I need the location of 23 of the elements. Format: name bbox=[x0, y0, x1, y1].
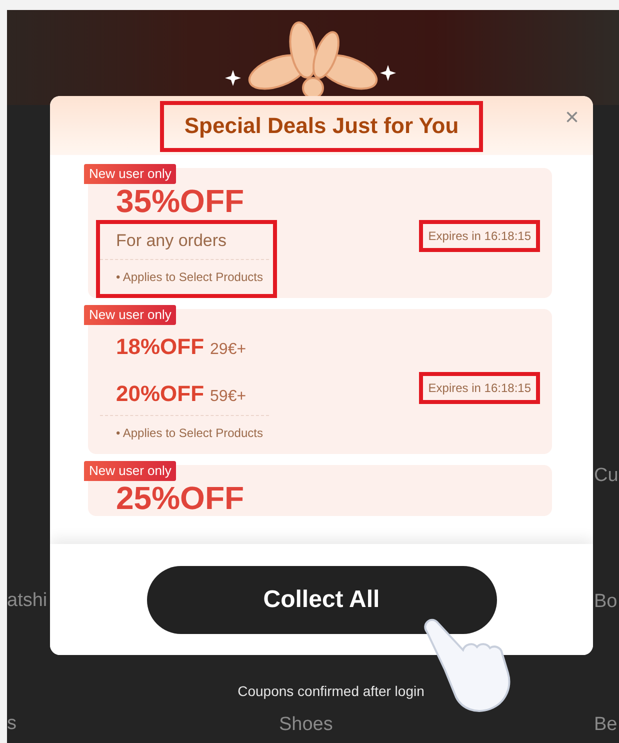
threshold-text: 29€+ bbox=[210, 340, 246, 360]
discount-text: 25%OFF bbox=[116, 481, 246, 516]
page-category-label: s bbox=[7, 712, 16, 736]
threshold-text: 59€+ bbox=[210, 387, 246, 408]
discount-text: 35%OFF bbox=[116, 184, 246, 220]
page-category-label: Cu bbox=[594, 464, 618, 488]
condition-text: For any orders bbox=[116, 230, 228, 252]
collect-all-button[interactable]: Collect All bbox=[146, 566, 496, 634]
page-category-label: Be bbox=[594, 713, 618, 737]
expiry-countdown: Expires in 16:18:15 bbox=[419, 220, 540, 252]
dialog-title: Special Deals Just for You bbox=[160, 101, 483, 152]
applies-note: • Applies to Select Products bbox=[116, 269, 263, 286]
login-note: Coupons confirmed after login bbox=[236, 682, 426, 702]
expiry-countdown: Expires in 16:18:15 bbox=[419, 372, 540, 404]
page-category-label: Bo bbox=[594, 590, 618, 614]
page-category-label: Shoes bbox=[279, 713, 333, 737]
discount-text: 18%OFF bbox=[116, 333, 204, 362]
new-user-tag: New user only bbox=[84, 461, 176, 482]
new-user-tag: New user only bbox=[84, 305, 176, 326]
page-category-label: atshi bbox=[7, 589, 48, 613]
applies-note: • Applies to Select Products bbox=[116, 425, 263, 442]
discount-text: 20%OFF bbox=[116, 380, 204, 408]
new-user-tag: New user only bbox=[84, 164, 176, 184]
